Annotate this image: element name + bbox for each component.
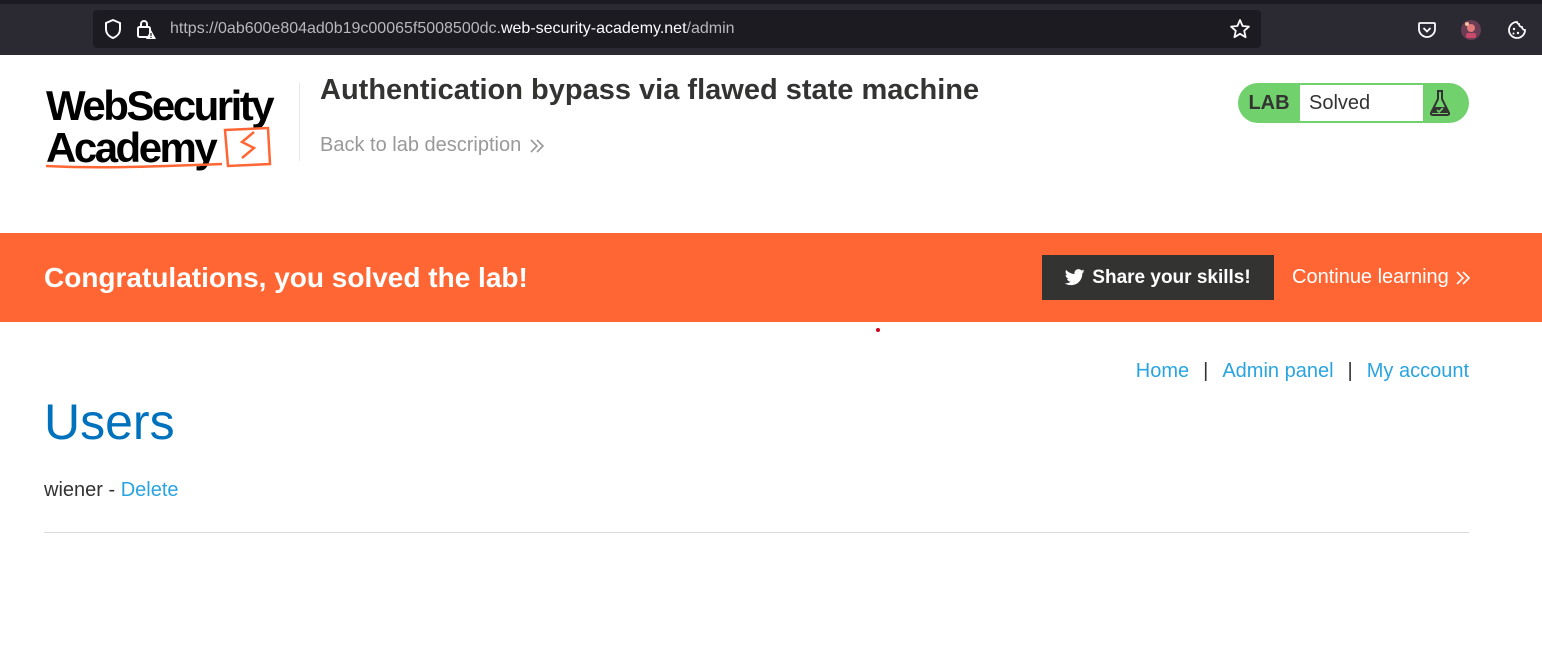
- lab-status-text: Solved: [1300, 85, 1423, 121]
- flask-icon: [1423, 88, 1457, 118]
- account-nav: Home | Admin panel | My account: [1136, 360, 1469, 383]
- pocket-icon[interactable]: [1415, 18, 1439, 42]
- nav-separator: |: [1203, 360, 1209, 382]
- congratulations-message: Congratulations, you solved the lab!: [44, 262, 528, 293]
- shield-icon[interactable]: [101, 10, 125, 48]
- header-divider: [299, 83, 300, 161]
- double-chevron-right-icon: [1456, 270, 1470, 285]
- users-heading: Users: [44, 394, 175, 450]
- user-row: wiener - Delete: [44, 479, 179, 502]
- double-chevron-right-icon: [530, 138, 545, 153]
- cursor-dot: [876, 328, 880, 332]
- continue-learning-label: Continue learning: [1292, 266, 1449, 288]
- address-bar[interactable]: https://0ab600e804ad0b19c00065f5008500dc…: [93, 10, 1261, 48]
- logo-text-line1: WebSecurity: [46, 82, 275, 129]
- url-path: /admin: [686, 20, 735, 37]
- web-security-academy-logo[interactable]: WebSecurity Academy: [44, 80, 296, 175]
- lock-warning-icon[interactable]: [133, 10, 159, 48]
- share-skills-button[interactable]: Share your skills!: [1042, 255, 1274, 300]
- horizontal-rule: [44, 532, 1469, 533]
- continue-learning-link[interactable]: Continue learning: [1292, 233, 1471, 322]
- url-text[interactable]: https://0ab600e804ad0b19c00065f5008500dc…: [170, 10, 735, 48]
- home-link[interactable]: Home: [1136, 360, 1189, 383]
- url-prefix: https://0ab600e804ad0b19c00065f5008500dc…: [170, 20, 501, 37]
- url-host: web-security-academy.net: [500, 20, 687, 37]
- lab-tag: LAB: [1248, 92, 1290, 114]
- cookie-icon[interactable]: [1505, 18, 1529, 42]
- browser-toolbar: https://0ab600e804ad0b19c00065f5008500dc…: [0, 0, 1542, 55]
- nav-separator: |: [1347, 360, 1353, 382]
- delete-user-link[interactable]: Delete: [121, 479, 179, 501]
- profile-avatar-icon[interactable]: [1459, 18, 1483, 42]
- twitter-icon: [1065, 269, 1085, 286]
- user-row-separator: -: [108, 479, 116, 501]
- username: wiener: [44, 479, 103, 501]
- bookmark-star-icon[interactable]: [1227, 10, 1253, 48]
- admin-panel-link[interactable]: Admin panel: [1222, 360, 1333, 383]
- lab-title: Authentication bypass via flawed state m…: [320, 74, 980, 106]
- back-link-label: Back to lab description: [320, 134, 522, 156]
- back-to-lab-description-link[interactable]: Back to lab description: [320, 134, 545, 157]
- my-account-link[interactable]: My account: [1367, 360, 1469, 383]
- solved-banner: Congratulations, you solved the lab! Sha…: [0, 233, 1542, 322]
- share-button-label: Share your skills!: [1092, 266, 1251, 288]
